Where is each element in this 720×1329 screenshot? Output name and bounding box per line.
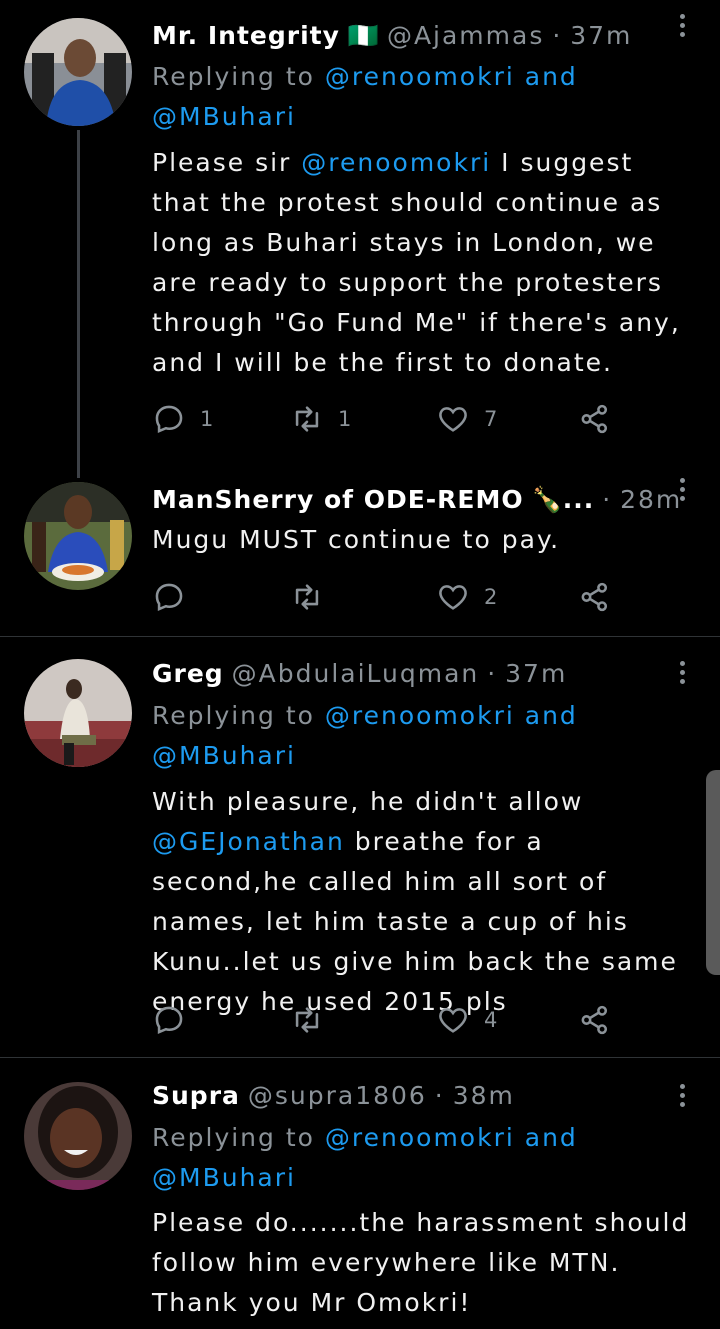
reply-button[interactable] bbox=[152, 575, 186, 619]
display-name[interactable]: Greg bbox=[152, 659, 224, 688]
tweet-text: Please sir @renoomokri I suggest that th… bbox=[152, 143, 692, 383]
retweet-icon bbox=[295, 1007, 319, 1033]
share-icon bbox=[581, 1005, 608, 1035]
like-count: 4 bbox=[484, 1008, 498, 1032]
tweet-header: Greg @AbdulaiLuqman · 37m bbox=[152, 652, 660, 696]
replying-to: Replying to @renoomokri and @MBuhari bbox=[152, 696, 592, 776]
tweet-actions: 2 bbox=[152, 575, 632, 619]
replying-and[interactable]: and bbox=[525, 701, 578, 730]
reply-icon bbox=[155, 405, 183, 433]
text-part: I suggest that the protest should contin… bbox=[152, 148, 681, 377]
tweet-header: Mr. Integrity 🇳🇬 @Ajammas · 37m bbox=[152, 14, 660, 58]
timestamp: 37m bbox=[570, 21, 633, 50]
scrollbar-thumb[interactable] bbox=[706, 770, 720, 975]
like-icon bbox=[439, 1008, 467, 1033]
avatar[interactable] bbox=[24, 18, 132, 126]
handle[interactable]: @supra1806 bbox=[248, 1081, 427, 1110]
retweet-icon bbox=[295, 406, 319, 432]
mention-link[interactable]: @MBuhari bbox=[152, 741, 296, 770]
mention-link[interactable]: @renoomokri bbox=[325, 1123, 515, 1152]
tweet-text: Mugu MUST continue to pay. bbox=[152, 525, 561, 554]
like-button[interactable]: 4 bbox=[436, 998, 497, 1042]
bottle-emoji: 🍾 bbox=[531, 485, 563, 514]
replying-and[interactable]: and bbox=[525, 1123, 578, 1152]
retweet-icon bbox=[295, 584, 319, 610]
avatar[interactable] bbox=[24, 1082, 132, 1190]
flag-emoji: 🇳🇬 bbox=[347, 21, 379, 50]
mention-link[interactable]: @GEJonathan bbox=[152, 827, 345, 856]
share-button[interactable] bbox=[578, 575, 612, 619]
replying-to: Replying to @renoomokri and @MBuhari bbox=[152, 1118, 592, 1198]
mention-link[interactable]: @MBuhari bbox=[152, 1163, 296, 1192]
display-name[interactable]: ManSherry of ODE-REMO bbox=[152, 485, 524, 514]
retweet-button[interactable] bbox=[290, 998, 324, 1042]
retweet-count: 1 bbox=[338, 407, 352, 431]
handle[interactable]: @AbdulaiLuqman bbox=[232, 659, 480, 688]
share-icon bbox=[581, 404, 608, 434]
more-icon[interactable] bbox=[674, 474, 690, 505]
timestamp: 37m bbox=[505, 659, 568, 688]
name-ellipsis: ... bbox=[562, 485, 595, 514]
reply-button[interactable] bbox=[152, 998, 186, 1042]
like-icon bbox=[439, 585, 467, 610]
separator-dot: · bbox=[552, 21, 563, 50]
separator-dot: · bbox=[434, 1081, 445, 1110]
like-button[interactable]: 2 bbox=[436, 575, 497, 619]
avatar[interactable] bbox=[24, 482, 132, 590]
text-part: With pleasure, he didn't allow bbox=[152, 787, 584, 816]
display-name[interactable]: Mr. Integrity bbox=[152, 21, 340, 50]
display-name[interactable]: Supra bbox=[152, 1081, 240, 1110]
like-count: 7 bbox=[484, 407, 498, 431]
replying-and[interactable]: and bbox=[525, 62, 578, 91]
share-button[interactable] bbox=[578, 397, 612, 441]
timestamp: 38m bbox=[452, 1081, 515, 1110]
tweet-header: ManSherry of ODE-REMO 🍾... · 28m bbox=[152, 478, 680, 522]
mention-link[interactable]: @MBuhari bbox=[152, 102, 296, 131]
reply-icon bbox=[155, 583, 183, 611]
tweet-actions: 4 bbox=[152, 998, 632, 1042]
like-button[interactable]: 7 bbox=[436, 397, 497, 441]
tweet-text: With pleasure, he didn't allow @GEJonath… bbox=[152, 782, 692, 1022]
tweet-mr-integrity[interactable]: Mr. Integrity 🇳🇬 @Ajammas · 37m Replying… bbox=[0, 0, 720, 478]
tweet-text: Please do.......the harassment should fo… bbox=[152, 1208, 690, 1317]
like-count: 2 bbox=[484, 585, 498, 609]
share-icon bbox=[581, 582, 608, 612]
replying-prefix: Replying to bbox=[152, 701, 315, 730]
tweet-actions: 1 1 7 bbox=[152, 397, 632, 441]
more-icon[interactable] bbox=[674, 10, 690, 41]
mention-link[interactable]: @renoomokri bbox=[325, 62, 515, 91]
reply-button[interactable]: 1 bbox=[152, 397, 213, 441]
like-icon bbox=[439, 407, 467, 432]
tweet-mansherry[interactable]: ManSherry of ODE-REMO 🍾... · 28m Mugu MU… bbox=[0, 478, 720, 637]
avatar[interactable] bbox=[24, 659, 132, 767]
separator-dot: · bbox=[602, 485, 613, 514]
replying-prefix: Replying to bbox=[152, 62, 315, 91]
mention-link[interactable]: @renoomokri bbox=[301, 148, 491, 177]
handle[interactable]: @Ajammas bbox=[387, 21, 544, 50]
tweet-header: Supra @supra1806 · 38m bbox=[152, 1074, 660, 1118]
replying-to: Replying to @renoomokri and @MBuhari bbox=[152, 57, 592, 137]
retweet-button[interactable] bbox=[290, 575, 324, 619]
mention-link[interactable]: @renoomokri bbox=[325, 701, 515, 730]
more-icon[interactable] bbox=[674, 657, 690, 688]
tweet-supra[interactable]: Supra @supra1806 · 38m Replying to @reno… bbox=[0, 1058, 720, 1329]
retweet-button[interactable]: 1 bbox=[290, 397, 351, 441]
reply-icon bbox=[155, 1006, 183, 1034]
reply-count: 1 bbox=[200, 407, 214, 431]
text-part: Please sir bbox=[152, 148, 302, 177]
thread-line bbox=[77, 130, 80, 478]
share-button[interactable] bbox=[578, 998, 612, 1042]
more-icon[interactable] bbox=[674, 1080, 690, 1111]
tweet-greg[interactable]: Greg @AbdulaiLuqman · 37m Replying to @r… bbox=[0, 637, 720, 1058]
timestamp: 28m bbox=[620, 485, 683, 514]
separator-dot: · bbox=[487, 659, 498, 688]
replying-prefix: Replying to bbox=[152, 1123, 315, 1152]
